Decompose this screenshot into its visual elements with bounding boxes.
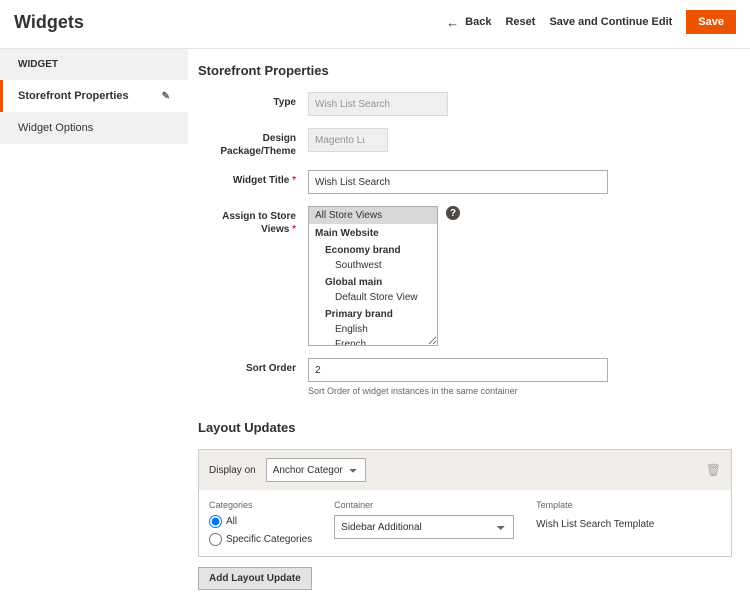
assign-label: Assign to Store Views <box>198 206 308 236</box>
row-store-views: Assign to Store Views All Store Views Ma… <box>198 206 732 346</box>
container-select[interactable]: Sidebar Additional <box>334 515 514 539</box>
sidebar-title: WIDGET <box>0 49 188 80</box>
sort-order-input[interactable] <box>308 358 608 382</box>
display-on-select[interactable]: Anchor Categories <box>266 458 366 482</box>
sidebar-item-widget-options[interactable]: Widget Options <box>0 112 188 144</box>
edit-icon: ✎ <box>162 91 170 102</box>
sv-global-main[interactable]: Global main <box>309 273 437 290</box>
row-theme: Design Package/Theme Magento Luma <box>198 128 732 158</box>
title-label: Widget Title <box>198 170 308 187</box>
layout-update-item: Display on Anchor Categories 🗑 Categorie… <box>198 449 732 557</box>
sv-all[interactable]: All Store Views <box>309 207 437 224</box>
header-actions: ←Back Reset Save and Continue Edit Save <box>446 10 736 34</box>
container-col: Container Sidebar Additional <box>334 500 514 546</box>
sv-french[interactable]: French <box>309 337 437 346</box>
sidebar-item-storefront[interactable]: Storefront Properties ✎ <box>0 80 188 112</box>
type-select: Wish List Search <box>308 92 448 116</box>
template-value: Wish List Search Template <box>536 515 654 530</box>
storefront-section-title: Storefront Properties <box>198 63 732 78</box>
template-col: Template Wish List Search Template <box>536 500 654 546</box>
main: Storefront Properties Type Wish List Sea… <box>188 49 750 604</box>
content: WIDGET Storefront Properties ✎ Widget Op… <box>0 49 750 604</box>
theme-select: Magento Luma <box>308 128 388 152</box>
radio-specific[interactable]: Specific Categories <box>209 533 312 546</box>
container-label: Container <box>334 500 514 510</box>
sv-economy-brand[interactable]: Economy brand <box>309 241 437 258</box>
radio-all[interactable]: All <box>209 515 312 528</box>
row-sort-order: Sort Order Sort Order of widget instance… <box>198 358 732 396</box>
sort-label: Sort Order <box>198 358 308 375</box>
store-views-select[interactable]: All Store Views Main Website Economy bra… <box>308 206 438 346</box>
back-button[interactable]: ←Back <box>446 15 491 30</box>
delete-icon[interactable]: 🗑 <box>706 463 721 477</box>
sv-southwest[interactable]: Southwest <box>309 258 437 273</box>
widget-title-input[interactable] <box>308 170 608 194</box>
layout-update-head: Display on Anchor Categories 🗑 <box>199 450 731 490</box>
layout-update-body: Categories All Specific Categories Conta… <box>199 490 731 556</box>
save-button[interactable]: Save <box>686 10 736 34</box>
row-title: Widget Title <box>198 170 732 194</box>
theme-label: Design Package/Theme <box>198 128 308 158</box>
type-label: Type <box>198 92 308 109</box>
categories-label: Categories <box>209 500 312 510</box>
page-header: Widgets ←Back Reset Save and Continue Ed… <box>0 0 750 49</box>
template-label: Template <box>536 500 654 510</box>
layout-section: Layout Updates Display on Anchor Categor… <box>198 420 732 590</box>
sv-english[interactable]: English <box>309 322 437 337</box>
sv-primary-brand[interactable]: Primary brand <box>309 305 437 322</box>
categories-col: Categories All Specific Categories <box>209 500 312 546</box>
add-layout-update-button[interactable]: Add Layout Update <box>198 567 312 590</box>
save-continue-button[interactable]: Save and Continue Edit <box>549 16 672 28</box>
page-title: Widgets <box>14 12 84 33</box>
reset-button[interactable]: Reset <box>505 16 535 28</box>
row-type: Type Wish List Search <box>198 92 732 116</box>
display-on-label: Display on <box>209 465 256 476</box>
sort-note: Sort Order of widget instances in the sa… <box>308 386 518 396</box>
sidebar: WIDGET Storefront Properties ✎ Widget Op… <box>0 49 188 604</box>
layout-section-title: Layout Updates <box>198 420 732 435</box>
back-arrow-icon: ← <box>446 15 459 30</box>
sv-main-website[interactable]: Main Website <box>309 224 437 241</box>
help-icon[interactable]: ? <box>446 206 460 220</box>
sv-default-store-view[interactable]: Default Store View <box>309 290 437 305</box>
